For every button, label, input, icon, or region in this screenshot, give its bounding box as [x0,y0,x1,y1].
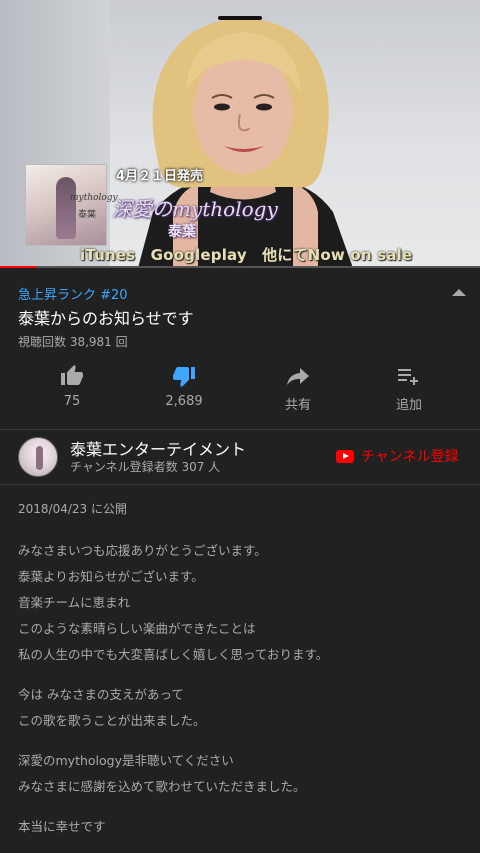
description-line: みなさまいつも応援ありがとうございます。 [18,543,267,558]
album-title-text: 深愛のmythology [112,197,278,221]
description-line: この歌を歌うことが出来ました。 [18,713,206,728]
share-icon [287,368,309,385]
trending-rank-link[interactable]: 急上昇ランク #20 [18,284,128,303]
share-label: 共有 [284,398,311,413]
video-title: 泰葉からのお知らせです [18,309,194,328]
album-cover: mythology 泰葉 [25,164,118,246]
stores-text: iTunes Googleplay 他にてNow on sale [80,246,413,264]
published-date: 2018/04/23 に公開 [18,502,127,516]
description-line: 今は みなさまの支えがあって [18,687,184,702]
artist-name-text: 泰葉 [168,224,196,240]
subscriber-count: チャンネル登録者数 307 人 [70,460,221,474]
presenter-image [138,16,353,268]
description-line: 音楽チームに恵まれ [18,595,131,610]
subscribe-button[interactable]: チャンネル登録 [336,446,459,466]
progress-fill [0,266,36,268]
progress-bar[interactable] [0,266,480,268]
video-player[interactable]: mythology 泰葉 4月２１日発売 深愛のmythology 泰葉 iTu… [0,0,480,268]
dislike-count: 2,689 [165,394,203,409]
divider [0,429,480,430]
share-button[interactable]: 共有 [248,358,348,418]
add-to-playlist-button[interactable]: 追加 [359,358,459,418]
like-count: 75 [63,394,81,409]
add-label: 追加 [395,398,422,413]
like-button[interactable]: 75 [22,358,122,418]
description-line: 私の人生の中でも大変喜ばしく嬉しく思っております。 [18,647,329,662]
action-bar: 75 2,689 共有 追加 [0,358,480,418]
description-line: 深愛のmythology是非聴いてください [18,753,234,768]
description-line: みなさまに感謝を込めて歌わせていただきました。 [18,779,306,794]
channel-name[interactable]: 泰葉エンターテイメント [70,436,246,460]
subscribe-label: チャンネル登録 [361,449,459,465]
cover-title-text: mythology [70,193,118,203]
divider [0,484,480,485]
channel-avatar[interactable] [18,437,58,477]
view-count: 視聴回数 38,981 回 [18,335,128,349]
release-date-text: 4月２１日発売 [116,169,204,184]
add-to-playlist-icon [398,369,418,385]
description-line: このような素晴らしい楽曲ができたことは [18,621,256,636]
description-line: 本当に幸せです [18,819,106,834]
cover-artist-text: 泰葉 [78,210,97,220]
thumbs-up-icon [61,365,83,385]
description-text: みなさまいつも応援ありがとうございます。 泰葉よりお知らせがございます。 音楽チ… [18,542,468,844]
thumbs-down-icon [173,367,195,387]
collapse-chevron-icon[interactable] [452,289,466,296]
description-line: 泰葉よりお知らせがございます。 [18,569,204,584]
dislike-button[interactable]: 2,689 [134,358,234,418]
youtube-logo-icon [336,449,354,463]
